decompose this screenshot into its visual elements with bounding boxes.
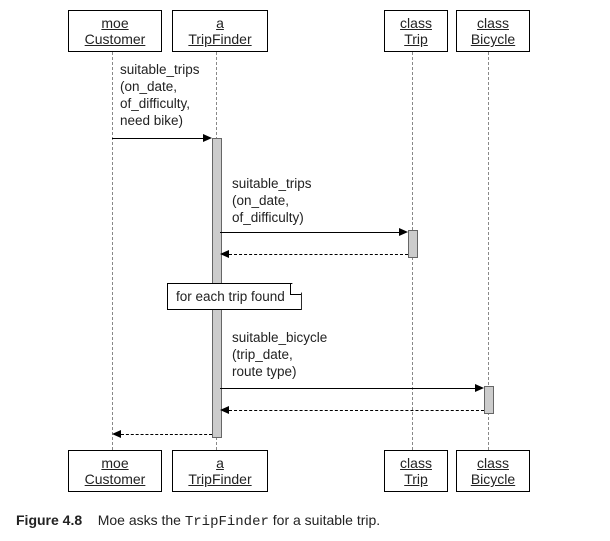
message-suitable-trips-1: suitable_trips (on_date, of_difficulty, …	[120, 62, 200, 130]
message-suitable-bicycle: suitable_bicycle (trip_date, route type)	[232, 330, 327, 381]
figure-number: Figure 4.8	[16, 512, 82, 528]
participant-label: moe	[101, 15, 128, 31]
lifeline-customer	[112, 52, 113, 450]
activation-bicycle	[484, 386, 494, 414]
arrow-line	[220, 232, 401, 233]
participant-bottom-customer: moe Customer	[68, 450, 162, 492]
participant-label: Customer	[85, 31, 146, 47]
participant-label: class	[477, 15, 509, 31]
participant-label: TripFinder	[188, 31, 251, 47]
participant-bottom-trip: class Trip	[384, 450, 448, 492]
return-line	[229, 254, 408, 255]
participant-top-customer: moe Customer	[68, 10, 162, 52]
participant-label: a	[216, 455, 224, 471]
participant-label: a	[216, 15, 224, 31]
arrow-line	[220, 388, 477, 389]
participant-top-tripfinder: a TripFinder	[172, 10, 268, 52]
participant-label: class	[477, 455, 509, 471]
return-line	[229, 410, 484, 411]
figure-caption: Figure 4.8 Moe asks the TripFinder for a…	[16, 512, 380, 530]
caption-text: Moe asks the	[98, 512, 185, 528]
participant-label: class	[400, 15, 432, 31]
arrowhead-icon	[112, 430, 121, 438]
message-suitable-trips-2: suitable_trips (on_date, of_difficulty)	[232, 176, 312, 227]
participant-bottom-tripfinder: a TripFinder	[172, 450, 268, 492]
sequence-diagram: moe Customer a TripFinder class Trip cla…	[0, 0, 610, 541]
participant-top-bicycle: class Bicycle	[456, 10, 530, 52]
participant-label: Bicycle	[471, 31, 515, 47]
return-line	[121, 434, 212, 435]
caption-mono: TripFinder	[185, 514, 269, 530]
participant-label: Trip	[404, 471, 428, 487]
loop-note: for each trip found	[167, 283, 302, 310]
arrow-line	[112, 138, 205, 139]
note-fold-icon	[290, 284, 301, 295]
participant-label: TripFinder	[188, 471, 251, 487]
participant-top-trip: class Trip	[384, 10, 448, 52]
caption-text: for a suitable trip.	[269, 512, 380, 528]
arrowhead-icon	[475, 384, 484, 392]
arrowhead-icon	[220, 250, 229, 258]
participant-label: Customer	[85, 471, 146, 487]
participant-label: Trip	[404, 31, 428, 47]
note-text: for each trip found	[176, 289, 285, 304]
participant-label: class	[400, 455, 432, 471]
activation-trip	[408, 230, 418, 258]
arrowhead-icon	[203, 134, 212, 142]
participant-label: moe	[101, 455, 128, 471]
arrowhead-icon	[220, 406, 229, 414]
participant-bottom-bicycle: class Bicycle	[456, 450, 530, 492]
participant-label: Bicycle	[471, 471, 515, 487]
arrowhead-icon	[399, 228, 408, 236]
